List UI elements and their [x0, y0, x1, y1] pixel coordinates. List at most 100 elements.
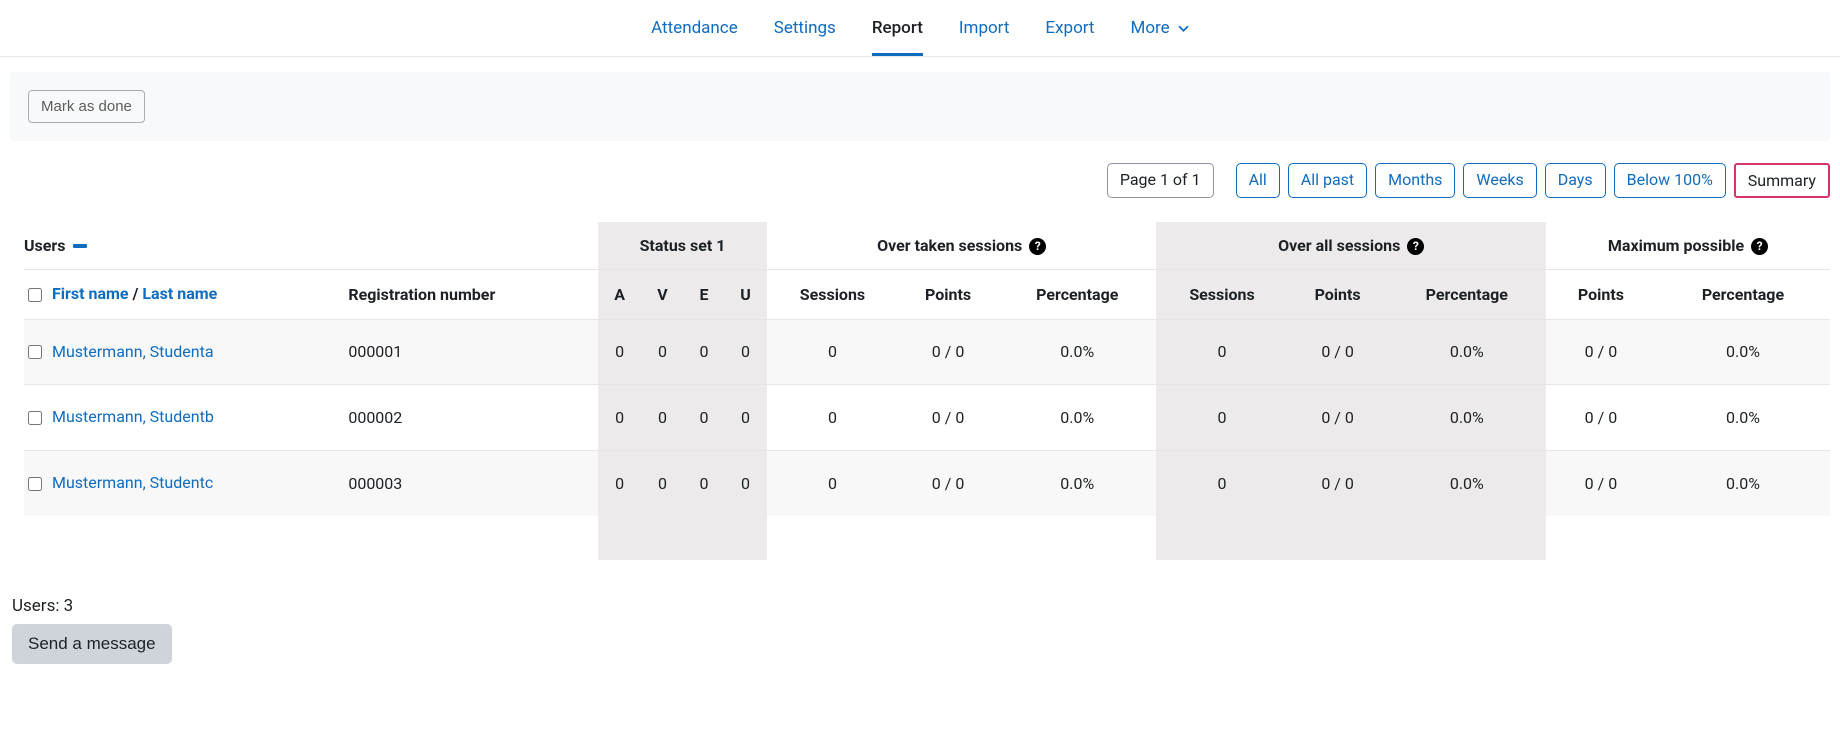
cell-status-e: 0: [684, 451, 724, 516]
tab-settings[interactable]: Settings: [774, 0, 836, 56]
cell-taken-points: 0 / 0: [898, 385, 998, 451]
cell-status-a: 0: [598, 319, 641, 385]
col-status-a: A: [598, 269, 641, 319]
cell-taken-percentage: 0.0%: [998, 451, 1156, 516]
filter-all-past[interactable]: All past: [1288, 163, 1367, 198]
group-header-over-taken: Over taken sessions ?: [767, 222, 1157, 270]
report-filters: Page 1 of 1 All All past Months Weeks Da…: [0, 141, 1840, 198]
group-header-status-set: Status set 1: [598, 222, 767, 270]
student-link[interactable]: Mustermann, Studentc: [52, 473, 213, 492]
cell-status-v: 0: [641, 451, 684, 516]
mark-as-done-button[interactable]: Mark as done: [28, 90, 145, 123]
cell-all-percentage: 0.0%: [1388, 385, 1546, 451]
tab-more[interactable]: More: [1131, 0, 1189, 56]
cell-taken-percentage: 0.0%: [998, 385, 1156, 451]
cell-all-sessions: 0: [1156, 319, 1287, 385]
cell-taken-sessions: 0: [767, 319, 898, 385]
report-tabs: Attendance Settings Report Import Export…: [0, 0, 1840, 57]
col-max-points: Points: [1546, 269, 1656, 319]
cell-registration: 000003: [348, 451, 598, 516]
col-max-percentage: Percentage: [1656, 269, 1830, 319]
sort-first-name[interactable]: First name: [52, 284, 129, 303]
col-status-e: E: [684, 269, 724, 319]
cell-all-percentage: 0.0%: [1388, 451, 1546, 516]
select-row-checkbox[interactable]: [28, 477, 42, 491]
col-all-sessions: Sessions: [1156, 269, 1287, 319]
send-message-button[interactable]: Send a message: [12, 624, 172, 664]
cell-taken-sessions: 0: [767, 385, 898, 451]
max-possible-label: Maximum possible: [1608, 236, 1744, 255]
col-status-v: V: [641, 269, 684, 319]
select-row-checkbox[interactable]: [28, 411, 42, 425]
student-link[interactable]: Mustermann, Studenta: [52, 342, 214, 361]
filter-summary[interactable]: Summary: [1734, 163, 1830, 198]
filter-all[interactable]: All: [1236, 163, 1280, 198]
cell-registration: 000002: [348, 385, 598, 451]
cell-all-percentage: 0.0%: [1388, 319, 1546, 385]
report-footer: Users: 3 Send a message: [0, 590, 1840, 694]
over-all-label: Over all sessions: [1278, 236, 1400, 255]
cell-registration: 000001: [348, 319, 598, 385]
cell-status-e: 0: [684, 319, 724, 385]
cell-taken-sessions: 0: [767, 451, 898, 516]
col-all-points: Points: [1288, 269, 1388, 319]
cell-status-a: 0: [598, 385, 641, 451]
minus-icon: [73, 244, 87, 248]
page-indicator: Page 1 of 1: [1107, 163, 1214, 198]
name-separator: /: [129, 284, 143, 303]
cell-status-u: 0: [724, 319, 767, 385]
cell-all-sessions: 0: [1156, 451, 1287, 516]
tab-import[interactable]: Import: [959, 0, 1010, 56]
col-taken-points: Points: [898, 269, 998, 319]
cell-taken-points: 0 / 0: [898, 319, 998, 385]
cell-taken-points: 0 / 0: [898, 451, 998, 516]
cell-status-v: 0: [641, 385, 684, 451]
completion-bar: Mark as done: [10, 72, 1830, 141]
cell-max-points: 0 / 0: [1546, 319, 1656, 385]
cell-status-e: 0: [684, 385, 724, 451]
cell-taken-percentage: 0.0%: [998, 319, 1156, 385]
col-taken-percentage: Percentage: [998, 269, 1156, 319]
filter-weeks[interactable]: Weeks: [1463, 163, 1536, 198]
cell-all-points: 0 / 0: [1288, 385, 1388, 451]
cell-all-sessions: 0: [1156, 385, 1287, 451]
group-header-max-possible: Maximum possible ?: [1546, 222, 1830, 270]
cell-status-u: 0: [724, 451, 767, 516]
help-icon[interactable]: ?: [1029, 238, 1046, 255]
cell-status-a: 0: [598, 451, 641, 516]
cell-all-points: 0 / 0: [1288, 319, 1388, 385]
filter-days[interactable]: Days: [1545, 163, 1606, 198]
filter-months[interactable]: Months: [1375, 163, 1455, 198]
tab-attendance[interactable]: Attendance: [651, 0, 738, 56]
tab-more-label: More: [1131, 18, 1170, 38]
over-taken-label: Over taken sessions: [877, 236, 1022, 255]
group-header-users[interactable]: Users: [24, 236, 87, 255]
table-footer-pad: [24, 516, 1830, 560]
attendance-summary-table: Users Status set 1 Over taken sessions ?…: [24, 222, 1830, 560]
cell-max-percentage: 0.0%: [1656, 451, 1830, 516]
group-header-over-all: Over all sessions ?: [1156, 222, 1546, 270]
col-all-percentage: Percentage: [1388, 269, 1546, 319]
cell-max-points: 0 / 0: [1546, 451, 1656, 516]
col-registration: Registration number: [348, 269, 598, 319]
table-row: Mustermann, Studentb 000002 0 0 0 0 0 0 …: [24, 385, 1830, 451]
cell-max-percentage: 0.0%: [1656, 385, 1830, 451]
select-all-checkbox[interactable]: [28, 288, 42, 302]
table-row: Mustermann, Studentc 000003 0 0 0 0 0 0 …: [24, 451, 1830, 516]
cell-max-percentage: 0.0%: [1656, 319, 1830, 385]
users-count: Users: 3: [12, 596, 1830, 616]
col-taken-sessions: Sessions: [767, 269, 898, 319]
help-icon[interactable]: ?: [1751, 238, 1768, 255]
tab-report[interactable]: Report: [872, 0, 923, 56]
chevron-down-icon: [1178, 19, 1189, 39]
help-icon[interactable]: ?: [1407, 238, 1424, 255]
col-status-u: U: [724, 269, 767, 319]
filter-below-100[interactable]: Below 100%: [1614, 163, 1726, 198]
cell-all-points: 0 / 0: [1288, 451, 1388, 516]
sort-last-name[interactable]: Last name: [142, 284, 217, 303]
select-row-checkbox[interactable]: [28, 345, 42, 359]
table-row: Mustermann, Studenta 000001 0 0 0 0 0 0 …: [24, 319, 1830, 385]
tab-export[interactable]: Export: [1045, 0, 1094, 56]
student-link[interactable]: Mustermann, Studentb: [52, 407, 214, 426]
cell-status-v: 0: [641, 319, 684, 385]
